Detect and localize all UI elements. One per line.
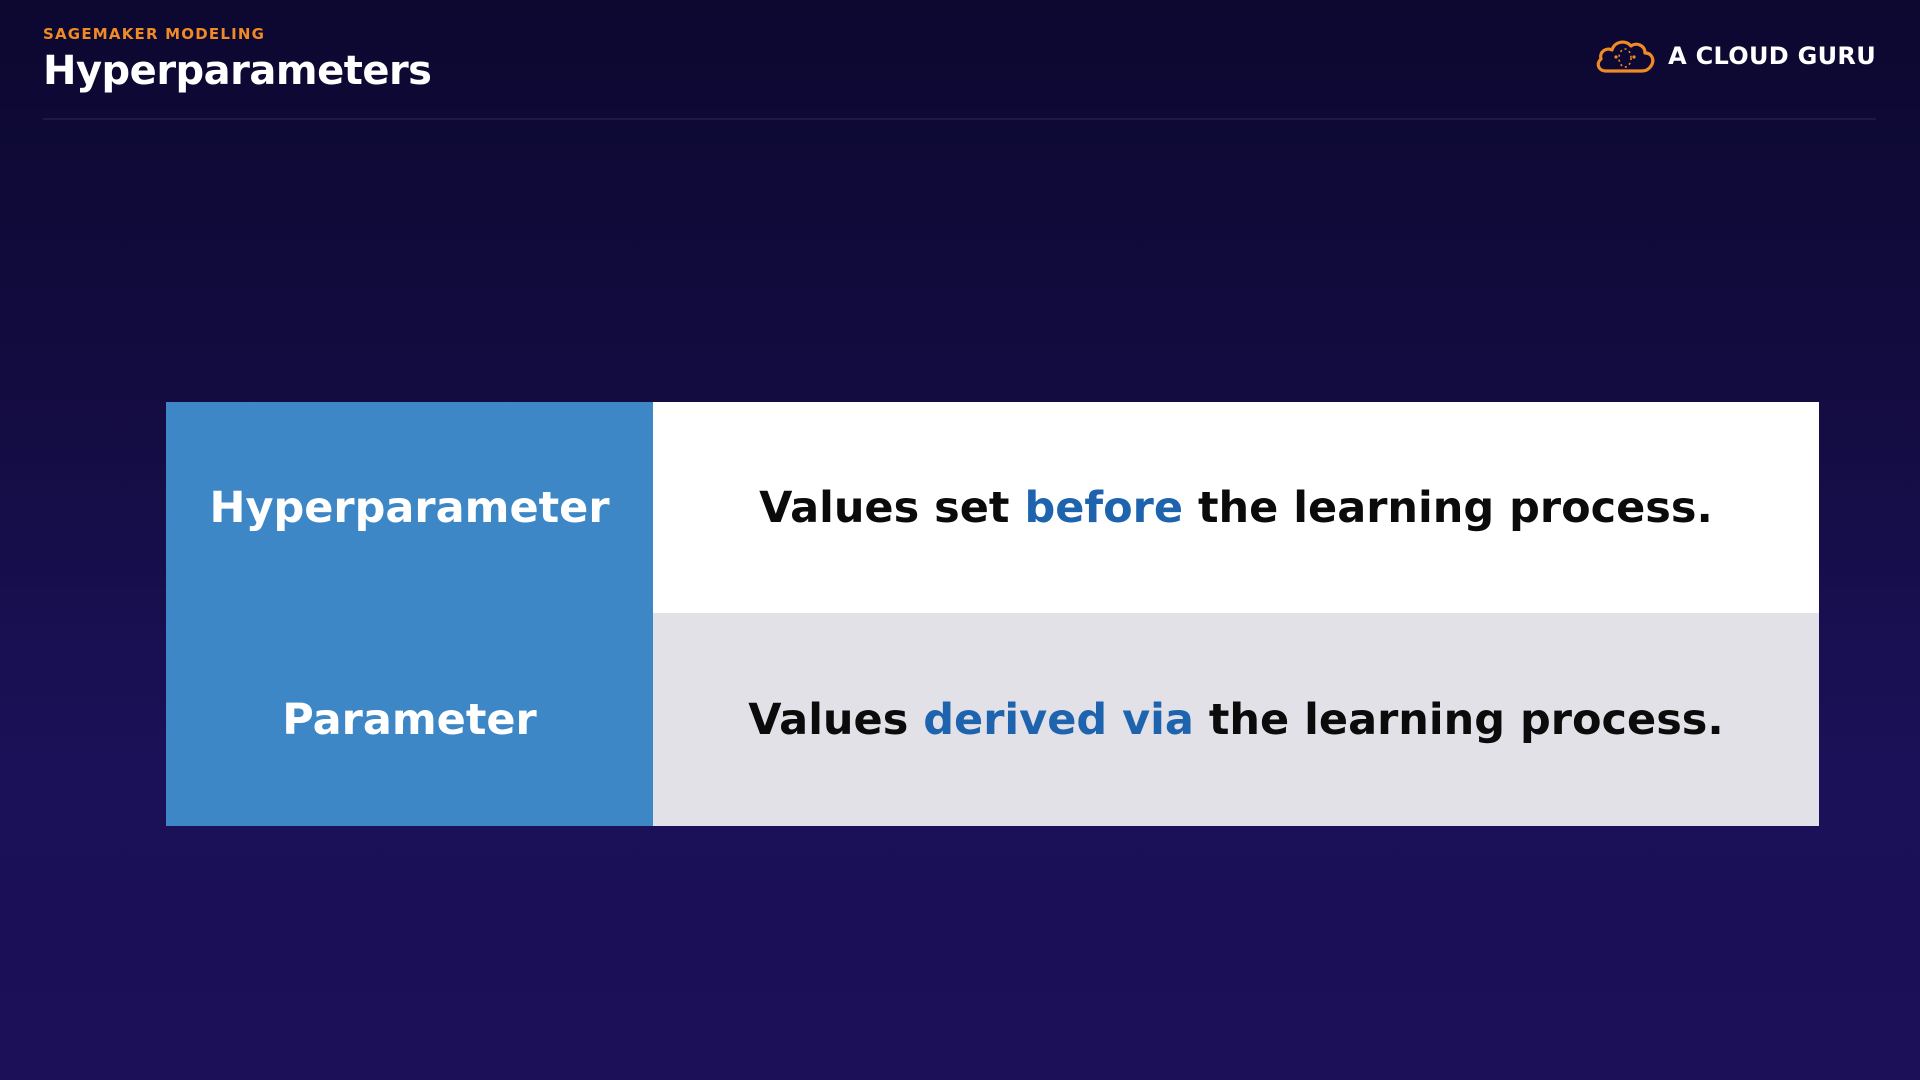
definition-text: the learning process. [1193, 694, 1724, 745]
definition-text: Values set [759, 482, 1025, 533]
definition-text: Values [748, 694, 924, 745]
brand-logo: A CLOUD GURU [1594, 36, 1876, 76]
definition-text: the learning process. [1183, 482, 1713, 533]
definition-highlight: before [1024, 482, 1184, 533]
cloud-logo-icon [1594, 36, 1656, 76]
definition-parameter: Values derived via the learning process. [653, 613, 1819, 826]
definition-table: Hyperparameter Values set before the lea… [166, 402, 1819, 826]
definition-highlight: derived via [923, 694, 1194, 745]
header-divider [43, 118, 1876, 120]
term-hyperparameter: Hyperparameter [166, 402, 653, 613]
section-label: SAGEMAKER MODELING [43, 25, 266, 43]
term-parameter: Parameter [166, 613, 653, 826]
brand-name: A CLOUD GURU [1668, 42, 1876, 70]
slide-header: SAGEMAKER MODELING Hyperparameters [43, 24, 432, 96]
definition-hyperparameter: Values set before the learning process. [653, 402, 1819, 613]
slide-title: Hyperparameters [43, 48, 432, 94]
